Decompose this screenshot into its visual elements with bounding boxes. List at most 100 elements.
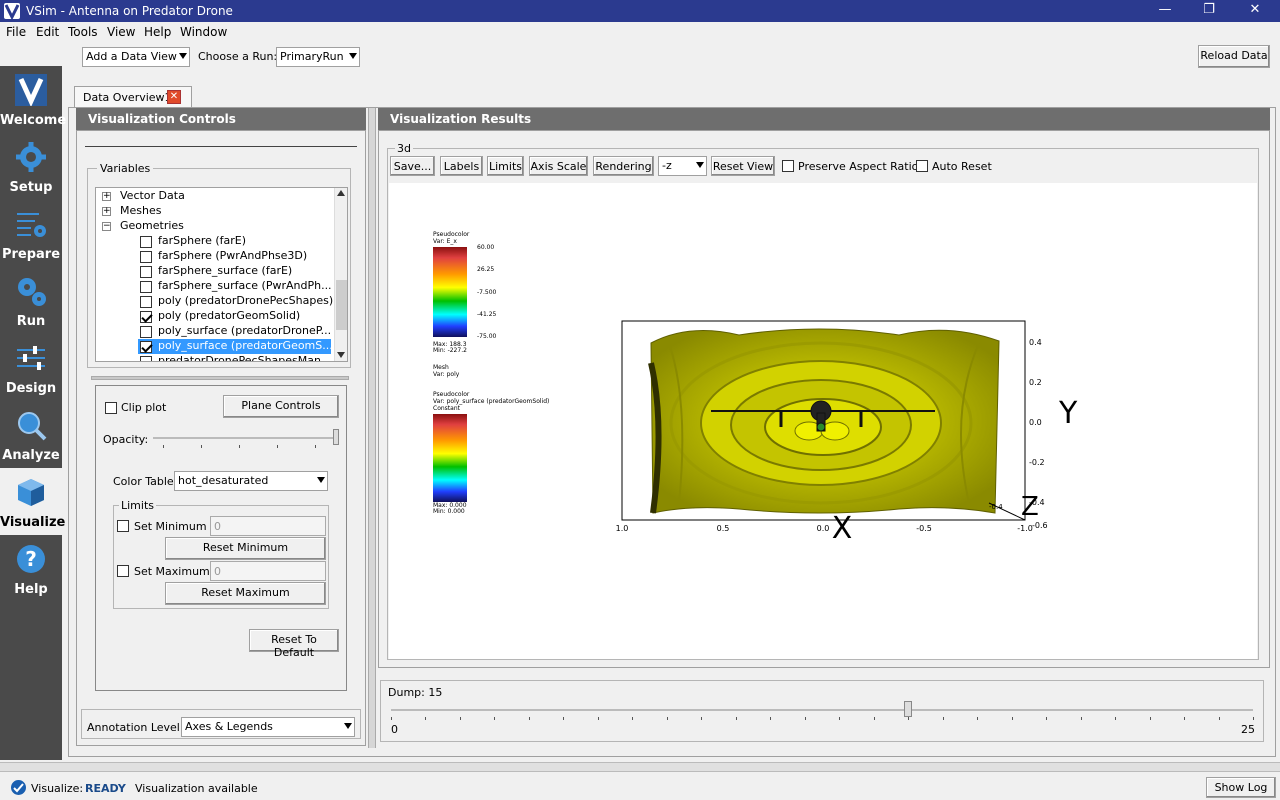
menu-edit[interactable]: Edit bbox=[36, 25, 59, 39]
tree-item-geometry[interactable]: farSphere_surface (farE) bbox=[138, 264, 338, 279]
color-table-select[interactable]: hot_desaturated bbox=[174, 471, 328, 491]
checkbox[interactable] bbox=[140, 296, 152, 308]
checkbox[interactable] bbox=[140, 356, 152, 361]
reset-to-default-button[interactable]: Reset To Default bbox=[249, 629, 339, 659]
menu-file[interactable]: File bbox=[6, 25, 26, 39]
scroll-down-icon[interactable] bbox=[337, 352, 345, 358]
menu-window[interactable]: Window bbox=[180, 25, 227, 39]
minimize-button[interactable]: — bbox=[1150, 2, 1180, 20]
set-maximum-checkbox[interactable] bbox=[117, 565, 129, 577]
reset-maximum-button[interactable]: Reset Maximum bbox=[165, 582, 326, 605]
checkbox[interactable] bbox=[140, 311, 152, 323]
chevron-down-icon bbox=[317, 477, 325, 483]
scrollbar-thumb[interactable] bbox=[336, 280, 347, 330]
preserve-aspect-checkbox[interactable] bbox=[782, 160, 794, 172]
sidebar-item-analyze[interactable]: Analyze bbox=[0, 401, 62, 468]
sidebar-item-visualize[interactable]: Visualize bbox=[0, 468, 65, 535]
tree-item-geometry[interactable]: farSphere_surface (PwrAndPh... bbox=[138, 279, 338, 294]
close-tab-icon[interactable]: ✕ bbox=[167, 90, 181, 104]
scroll-up-icon[interactable] bbox=[337, 190, 345, 196]
dump-slider-tick bbox=[839, 717, 841, 720]
checkbox[interactable] bbox=[140, 341, 152, 353]
expand-icon[interactable]: + bbox=[102, 192, 111, 201]
tab-data-overview[interactable]: Data Overview1 ✕ bbox=[74, 86, 192, 108]
sidebar-label: Analyze bbox=[2, 448, 60, 463]
horizontal-scrollbar[interactable] bbox=[0, 762, 1280, 772]
maximum-input[interactable]: 0 bbox=[210, 561, 326, 581]
sidebar-item-prepare[interactable]: Prepare bbox=[0, 200, 62, 267]
restore-button[interactable]: ❐ bbox=[1194, 2, 1224, 20]
tree-item-geometry[interactable]: predatorDronePecShapesMan bbox=[138, 354, 338, 361]
tree-item-geometry[interactable]: poly (predatorGeomSolid) bbox=[138, 309, 338, 324]
variables-tree[interactable]: + Vector Data + Meshes − Geometries farSphe… bbox=[95, 187, 348, 362]
opacity-slider[interactable] bbox=[153, 437, 339, 439]
limits-button[interactable]: Limits bbox=[487, 156, 524, 176]
set-minimum-checkbox[interactable] bbox=[117, 520, 129, 532]
tree-item-geometry[interactable]: farSphere (farE) bbox=[138, 234, 338, 249]
sidebar-label: Help bbox=[14, 582, 48, 597]
minimum-input[interactable]: 0 bbox=[210, 516, 326, 536]
clip-plot-checkbox[interactable] bbox=[105, 402, 117, 414]
tree-scrollbar[interactable] bbox=[334, 188, 347, 361]
auto-reset-checkbox[interactable] bbox=[916, 160, 928, 172]
reset-view-button[interactable]: Reset View bbox=[711, 156, 775, 176]
checkbox[interactable] bbox=[140, 281, 152, 293]
legend2-var: Var: poly_surface (predatorGeomSolid) bbox=[433, 398, 549, 405]
sidebar-item-help[interactable]: ? Help bbox=[0, 535, 62, 602]
reset-minimum-button[interactable]: Reset Minimum bbox=[165, 537, 326, 560]
legend1-tick: -75.00 bbox=[477, 333, 497, 340]
question-icon: ? bbox=[15, 543, 47, 575]
save-button[interactable]: Save... bbox=[390, 156, 435, 176]
tree-label: farSphere (farE) bbox=[158, 234, 247, 247]
opacity-slider-handle[interactable] bbox=[333, 429, 339, 445]
dump-slider-tick bbox=[1184, 717, 1186, 720]
checkbox[interactable] bbox=[140, 326, 152, 338]
annotation-level-label: Annotation Level: bbox=[87, 721, 184, 734]
dump-max-label: 25 bbox=[1241, 723, 1255, 736]
view-direction-select[interactable]: -z bbox=[658, 156, 707, 176]
dump-slider[interactable] bbox=[391, 709, 1253, 711]
cube-icon bbox=[15, 476, 47, 508]
reload-data-button[interactable]: Reload Data bbox=[1198, 45, 1270, 68]
legend2-constant: Constant bbox=[433, 405, 461, 412]
checkbox[interactable] bbox=[140, 236, 152, 248]
tree-item-geometry[interactable]: farSphere (PwrAndPhse3D) bbox=[138, 249, 338, 264]
collapse-icon[interactable]: − bbox=[102, 222, 111, 231]
axis-scale-button[interactable]: Axis Scale bbox=[529, 156, 588, 176]
sidebar-item-welcome[interactable]: Welcome bbox=[0, 66, 66, 133]
legend1-var: Var: E_x bbox=[433, 238, 457, 245]
gear-icon bbox=[15, 141, 47, 173]
checkbox[interactable] bbox=[140, 266, 152, 278]
sidebar-item-setup[interactable]: Setup bbox=[0, 133, 62, 200]
y-tick-label: 0.2 bbox=[1029, 378, 1042, 387]
render-scene[interactable]: Pseudocolor Var: E_x 60.00 26.25 -7.500 … bbox=[389, 183, 1257, 659]
tree-label: farSphere (PwrAndPhse3D) bbox=[158, 249, 308, 262]
tree-item-geometry-selected[interactable]: poly_surface (predatorGeomS... bbox=[138, 339, 333, 354]
labels-button[interactable]: Labels bbox=[440, 156, 483, 176]
add-data-view-select[interactable]: Add a Data View bbox=[82, 47, 190, 67]
menu-view[interactable]: View bbox=[107, 25, 135, 39]
sidebar-item-design[interactable]: Design bbox=[0, 334, 62, 401]
expand-icon[interactable]: + bbox=[102, 207, 111, 216]
dump-slider-tick bbox=[425, 717, 427, 720]
chevron-down-icon bbox=[349, 53, 357, 59]
dump-slider-handle[interactable] bbox=[904, 701, 913, 717]
y-tick-label: 0.4 bbox=[1029, 338, 1042, 347]
close-button[interactable]: ✕ bbox=[1240, 2, 1270, 20]
annotation-level-select[interactable]: Axes & Legends bbox=[181, 717, 355, 737]
checkbox[interactable] bbox=[140, 251, 152, 263]
menu-tools[interactable]: Tools bbox=[68, 25, 98, 39]
rendering-button[interactable]: Rendering bbox=[593, 156, 654, 176]
show-log-button[interactable]: Show Log bbox=[1206, 777, 1276, 798]
splitter[interactable] bbox=[91, 376, 349, 380]
y-tick-label: -0.2 bbox=[1029, 458, 1045, 467]
tree-item-geometry[interactable]: poly (predatorDronePecShapes) bbox=[138, 294, 338, 309]
sidebar-item-run[interactable]: Run bbox=[0, 267, 62, 334]
title-bar: VSim - Antenna on Predator Drone — ❐ ✕ bbox=[0, 0, 1280, 22]
panel-splitter[interactable] bbox=[368, 108, 376, 748]
menu-help[interactable]: Help bbox=[144, 25, 171, 39]
plane-controls-button[interactable]: Plane Controls bbox=[223, 395, 339, 418]
tree-item-geometry[interactable]: poly_surface (predatorDroneP... bbox=[138, 324, 338, 339]
render-canvas[interactable]: Pseudocolor Var: E_x 60.00 26.25 -7.500 … bbox=[389, 183, 1257, 659]
run-select[interactable]: PrimaryRun bbox=[276, 47, 360, 67]
